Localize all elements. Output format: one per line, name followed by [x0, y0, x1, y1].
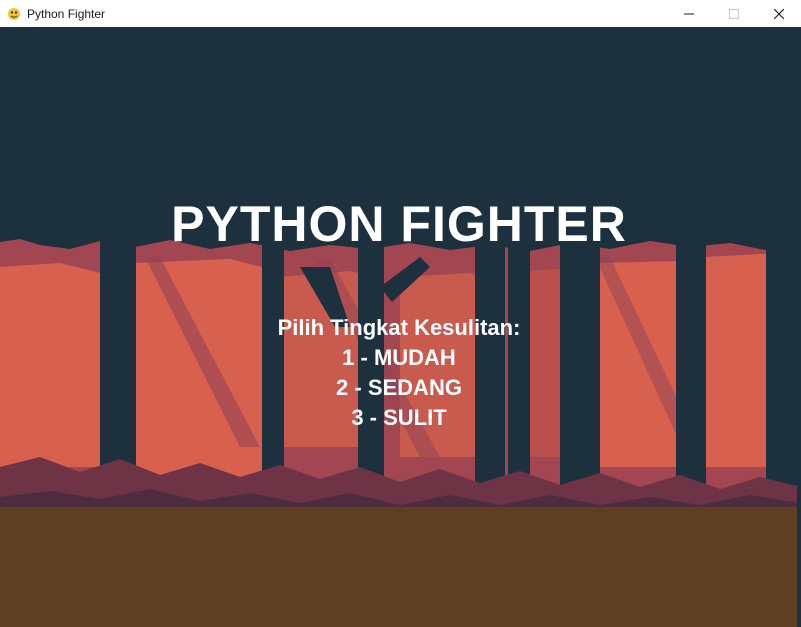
option-easy[interactable]: 1 - MUDAH [0, 343, 798, 373]
ground [0, 507, 801, 627]
pygame-snake-icon [8, 7, 20, 20]
maximize-button[interactable] [711, 0, 756, 27]
app-window: Python Fighter PYTHON FIGHTER Pilih Ting… [0, 0, 801, 627]
difficulty-prompt: Pilih Tingkat Kesulitan: [277, 315, 521, 340]
option-medium[interactable]: 2 - SEDANG [0, 373, 798, 403]
difficulty-menu: Pilih Tingkat Kesulitan: 1 - MUDAH 2 - S… [0, 313, 798, 433]
minimize-icon [683, 13, 694, 14]
option-hard[interactable]: 3 - SULIT [0, 403, 798, 433]
minimize-button[interactable] [666, 0, 711, 27]
game-title: PYTHON FIGHTER [171, 196, 627, 252]
maximize-icon [728, 8, 739, 19]
close-button[interactable] [756, 0, 801, 27]
close-icon [773, 8, 784, 19]
window-title: Python Fighter [27, 6, 106, 21]
title-bar[interactable]: Python Fighter [0, 0, 801, 27]
window-controls [666, 0, 801, 27]
game-canvas[interactable]: PYTHON FIGHTER Pilih Tingkat Kesulitan: … [0, 27, 801, 627]
